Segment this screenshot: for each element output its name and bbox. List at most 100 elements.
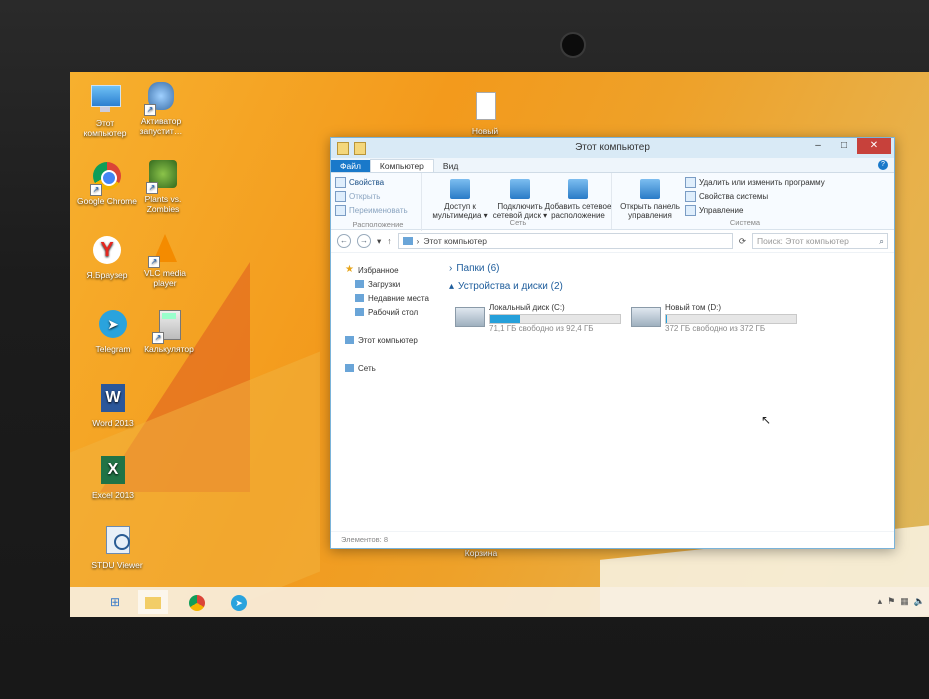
system-links: Удалить или изменить программу Свойства … (685, 175, 825, 217)
start-button[interactable]: ⊞ (100, 590, 130, 614)
desktop-icon-plants-vs-zombies[interactable]: ↗ Plants vs. Zombies (132, 158, 194, 214)
search-placeholder: Поиск: Этот компьютер (757, 236, 849, 246)
section-devices[interactable]: ▴ Устройства и диски (2) (449, 277, 894, 295)
tab-file[interactable]: Файл (331, 160, 370, 172)
action-center-icon[interactable]: ⚑ (887, 596, 895, 607)
title-bar[interactable]: Этот компьютер – □ ✕ (331, 138, 894, 158)
desktop-icon-stdu-viewer[interactable]: STDU Viewer (86, 524, 148, 570)
nav-this-pc[interactable]: Этот компьютер (331, 333, 446, 347)
uninstall-icon (685, 176, 696, 188)
maximize-button[interactable]: □ (831, 138, 857, 154)
star-icon: ★ (345, 264, 354, 275)
desktop-icon-yandex-browser[interactable]: Y Я.Браузер (76, 234, 138, 280)
folder-icon (145, 596, 161, 609)
word-icon: W (96, 382, 130, 416)
volume-icon[interactable]: 🔈 (914, 596, 925, 607)
rename-button[interactable]: Переименовать (335, 203, 421, 217)
computer-icon (345, 336, 354, 344)
status-bar: Элементов: 8 (331, 531, 894, 548)
rename-icon (335, 204, 346, 216)
desktop-icon-recycle-bin[interactable]: Корзина (450, 548, 512, 558)
taskbar-explorer[interactable] (138, 590, 168, 614)
tab-view[interactable]: Вид (434, 160, 467, 172)
control-panel-icon (640, 179, 660, 199)
telegram-icon: ➤ (96, 308, 130, 342)
refresh-button[interactable]: ⟳ (739, 236, 746, 247)
network-location-icon (568, 179, 588, 199)
nav-downloads[interactable]: Загрузки (331, 277, 446, 291)
nav-favorites[interactable]: ★ Избранное (331, 263, 446, 277)
drive-usage-fill (666, 315, 668, 323)
search-icon: ⌕ (879, 236, 884, 246)
minimize-button[interactable]: – (805, 138, 831, 154)
open-button[interactable]: Открыть (335, 189, 421, 203)
desktop-icon-this-pc[interactable]: Этот компьютер (74, 82, 136, 138)
nav-label: Сеть (358, 363, 376, 373)
desktop-icon-calculator[interactable]: ↗ Калькулятор (138, 308, 200, 354)
desktop-icon-vlc[interactable]: ↗ VLC media player (134, 232, 196, 288)
drive-usage-bar (489, 314, 621, 324)
nav-label: Загрузки (368, 279, 401, 289)
back-button[interactable]: ← (337, 234, 351, 248)
computer-icon (88, 82, 122, 116)
section-title: Папки (6) (456, 262, 500, 274)
drive-c[interactable]: Локальный диск (C:) 71,1 ГБ свободно из … (455, 301, 625, 335)
desktop-icon-label: Новый (471, 126, 499, 136)
desktop-icon-chrome[interactable]: ↗ Google Chrome (76, 160, 138, 206)
recent-locations-icon[interactable]: ▾ (377, 236, 381, 247)
chrome-icon: ↗ (90, 160, 124, 196)
drive-usage-fill (490, 315, 520, 323)
system-properties-button[interactable]: Свойства системы (685, 189, 825, 203)
nav-label: Недавние места (368, 293, 429, 303)
computer-icon (402, 237, 413, 245)
close-button[interactable]: ✕ (857, 138, 891, 154)
control-panel-button[interactable]: Открыть панель управления (615, 179, 685, 220)
network-icon[interactable]: ▦ (900, 596, 909, 607)
recent-places-icon (355, 294, 364, 302)
help-icon[interactable]: ? (878, 160, 888, 170)
manage-button[interactable]: Управление (685, 203, 825, 217)
taskbar-chrome[interactable] (182, 590, 212, 614)
activator-icon: ↗ (144, 80, 178, 116)
desktop-icon-telegram[interactable]: ➤ Telegram (82, 308, 144, 354)
ribbon: Свойства Открыть Переименовать Расположе… (331, 173, 894, 231)
tray-up-arrow-icon[interactable]: ▴ (878, 596, 883, 607)
downloads-icon (355, 280, 364, 288)
uninstall-button[interactable]: Удалить или изменить программу (685, 175, 825, 189)
navigation-bar: ← → ▾ ↑ › Этот компьютер ⟳ Поиск: Этот к… (331, 230, 894, 253)
explorer-window: Этот компьютер – □ ✕ Файл Компьютер Вид … (330, 137, 895, 549)
group-label: Сеть (509, 218, 527, 227)
section-folders[interactable]: › Папки (6) (449, 259, 894, 277)
windows-drive-icon (455, 307, 485, 327)
nav-network[interactable]: Сеть (331, 361, 446, 375)
desktop-icon-new-file[interactable]: Новый (454, 90, 516, 136)
desktop-icon-label: Word 2013 (92, 418, 134, 428)
properties-icon (335, 176, 346, 188)
plants-vs-zombies-icon: ↗ (146, 158, 180, 194)
forward-button[interactable]: → (357, 234, 371, 248)
tab-computer[interactable]: Компьютер (369, 159, 434, 172)
explorer-body: ★ Избранное Загрузки Недавние места Рабоч… (331, 253, 894, 531)
desktop-icon-label: Google Chrome (76, 196, 137, 206)
properties-button[interactable]: Свойства (335, 175, 421, 189)
drive-usage-bar (665, 314, 797, 324)
system-tray: ▴ ⚑ ▦ 🔈 (878, 596, 925, 607)
address-bar[interactable]: › Этот компьютер (397, 233, 733, 249)
add-network-location-button[interactable]: Добавить сетевое расположение (543, 179, 613, 220)
ribbon-group-system: Открыть панель управления Удалить или из… (615, 173, 875, 229)
item-count: Элементов: 8 (341, 535, 389, 544)
chevron-down-icon: ▴ (449, 280, 455, 292)
nav-label: Этот компьютер (358, 335, 418, 345)
desktop-icon-excel[interactable]: X Excel 2013 (82, 454, 144, 500)
vlc-icon: ↗ (148, 232, 182, 268)
drive-free-space: 372 ГБ свободно из 372 ГБ (665, 324, 766, 333)
network-icon (345, 364, 354, 372)
desktop-icon-word[interactable]: W Word 2013 (82, 382, 144, 428)
up-button[interactable]: ↑ (387, 236, 391, 246)
desktop-icon-activator[interactable]: ↗ Активатор запустит… (130, 80, 192, 136)
nav-desktop[interactable]: Рабочий стол (331, 305, 446, 319)
search-input[interactable]: Поиск: Этот компьютер ⌕ (752, 233, 888, 249)
nav-recent-places[interactable]: Недавние места (331, 291, 446, 305)
drive-d[interactable]: Новый том (D:) 372 ГБ свободно из 372 ГБ (631, 301, 801, 335)
taskbar-telegram[interactable]: ➤ (224, 590, 254, 614)
